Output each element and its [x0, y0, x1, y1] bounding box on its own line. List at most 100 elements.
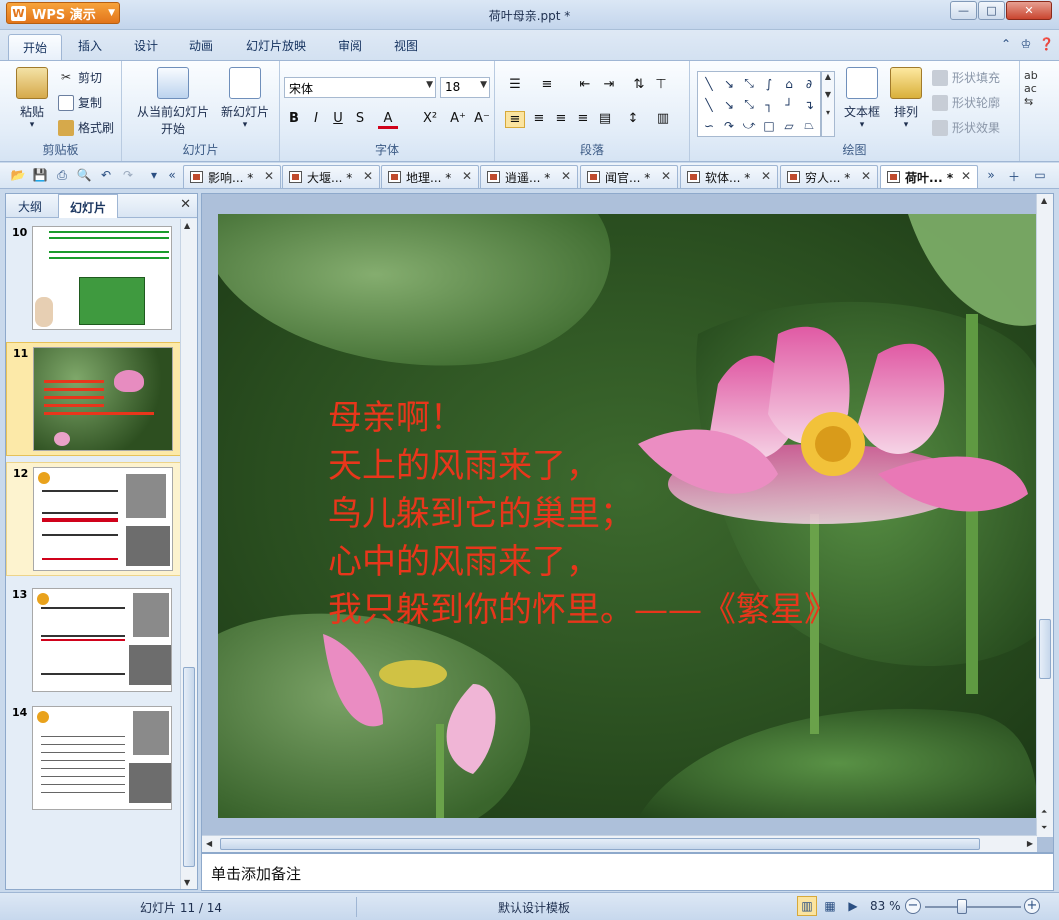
current-slide[interactable]: 母亲啊！ 天上的风雨来了， 鸟儿躲到它的巢里； 心中的风雨来了， 我只躲到你的怀…: [218, 214, 1038, 818]
bullets-icon[interactable]: ☰: [505, 77, 525, 92]
slide-sorter-view-icon[interactable]: ▦: [820, 896, 840, 916]
doc-tab[interactable]: 大堰... * ✕: [282, 165, 380, 188]
close-tab-icon[interactable]: ✕: [861, 169, 871, 183]
poem-textbox[interactable]: 母亲啊！ 天上的风雨来了， 鸟儿躲到它的巢里； 心中的风雨来了， 我只躲到你的怀…: [328, 394, 838, 634]
double-arrow-shape-icon[interactable]: ⤡: [739, 73, 759, 94]
align-text-icon[interactable]: ⊤: [651, 77, 671, 92]
italic-button[interactable]: I: [306, 111, 326, 126]
print-icon[interactable]: ⎙: [54, 168, 70, 184]
scroll-down-icon[interactable]: ▼: [184, 878, 190, 887]
line-shape-icon[interactable]: ╲: [699, 94, 719, 115]
zoom-slider-track[interactable]: [925, 906, 1021, 908]
undo-icon[interactable]: ↶: [98, 168, 114, 184]
grow-font-button[interactable]: A⁺: [448, 111, 468, 126]
scribble-shape-icon[interactable]: ∂: [799, 73, 819, 94]
shapes-gallery-scroll[interactable]: ▲ ▼ ▾: [821, 71, 835, 137]
close-window-button[interactable]: ✕: [1006, 1, 1052, 20]
doc-tab[interactable]: 地理... * ✕: [381, 165, 479, 188]
shape-effect-button[interactable]: 形状效果: [932, 119, 1000, 136]
slide-thumbnail-11-selected[interactable]: 11: [6, 342, 181, 456]
more-ribbon-icon[interactable]: ab ac ⇆: [1024, 69, 1038, 108]
cut-button[interactable]: ✂ 剪切: [58, 69, 102, 86]
collapse-ribbon-icon[interactable]: ⌃: [999, 37, 1013, 51]
slides-pane-scroll-thumb[interactable]: [183, 667, 195, 867]
maximize-button[interactable]: □: [978, 1, 1005, 20]
shrink-font-button[interactable]: A⁻: [472, 111, 492, 126]
superscript-button[interactable]: X²: [420, 111, 440, 126]
zoom-out-icon[interactable]: −: [905, 898, 921, 914]
play-from-current-button[interactable]: 从当前幻灯片 开始: [128, 67, 218, 137]
slide-horizontal-scrollbar[interactable]: ◀ ▶: [202, 835, 1037, 852]
doc-tab[interactable]: 软体... * ✕: [680, 165, 778, 188]
columns-button[interactable]: ▥: [653, 111, 673, 126]
scroll-right-icon[interactable]: ▶: [1027, 839, 1033, 848]
normal-view-icon[interactable]: ▥: [797, 896, 817, 916]
tab-animation[interactable]: 动画: [189, 37, 213, 54]
shape-fill-button[interactable]: 形状填充: [932, 69, 1000, 86]
curved-arrow-icon[interactable]: ↷: [719, 115, 739, 136]
slide-vertical-scrollbar[interactable]: ▲ ⏶ ⏷: [1036, 194, 1053, 837]
paste-button[interactable]: 粘贴 ▾: [10, 67, 54, 130]
doc-tab[interactable]: 逍遥... * ✕: [480, 165, 578, 188]
curve-shape-icon[interactable]: ∫: [759, 73, 779, 94]
parallelogram-shape-icon[interactable]: ▱: [779, 115, 799, 136]
tab-design[interactable]: 设计: [134, 37, 158, 54]
align-center-button[interactable]: ≡: [529, 111, 549, 126]
slide-thumbnail-10[interactable]: 10: [6, 222, 181, 334]
doc-tab[interactable]: 闻官... * ✕: [580, 165, 678, 188]
close-tab-icon[interactable]: ✕: [462, 169, 472, 183]
tabs-left-arrow-icon[interactable]: «: [164, 168, 180, 184]
vertical-scroll-thumb[interactable]: [1039, 619, 1051, 679]
redo-icon[interactable]: ↷: [120, 168, 136, 184]
prev-slide-icon[interactable]: ⏶: [1041, 807, 1047, 817]
scroll-up-icon[interactable]: ▲: [184, 221, 190, 230]
close-tab-icon[interactable]: ✕: [264, 169, 274, 183]
tab-list-icon[interactable]: ▭: [1032, 168, 1048, 184]
skin-icon[interactable]: ♔: [1019, 37, 1033, 51]
close-pane-icon[interactable]: ✕: [180, 197, 191, 212]
next-slide-icon[interactable]: ⏷: [1041, 823, 1047, 833]
slideshow-view-icon[interactable]: ▶: [843, 896, 863, 916]
text-direction-icon[interactable]: ⇅: [629, 77, 649, 92]
freeform-shape-icon[interactable]: ⌂: [779, 73, 799, 94]
textbox-button[interactable]: 文本框 ▾: [840, 67, 884, 130]
save-icon[interactable]: 💾: [32, 168, 48, 184]
line-shape-icon[interactable]: ╲: [699, 73, 719, 94]
elbow-arrow-icon[interactable]: ┘: [779, 94, 799, 115]
close-tab-icon[interactable]: ✕: [961, 169, 971, 183]
distribute-button[interactable]: ▤: [595, 111, 615, 126]
open-icon[interactable]: 📂: [10, 168, 26, 184]
rectangle-shape-icon[interactable]: □: [759, 115, 779, 136]
font-size-select[interactable]: 18 ▼: [440, 77, 490, 98]
strikethrough-button[interactable]: S: [350, 111, 370, 126]
close-tab-icon[interactable]: ✕: [661, 169, 671, 183]
arrow-shape-icon[interactable]: ↘: [719, 73, 739, 94]
new-slide-button[interactable]: 新幻灯片 ▾: [218, 67, 272, 130]
close-tab-icon[interactable]: ✕: [761, 169, 771, 183]
scroll-left-icon[interactable]: ◀: [206, 839, 212, 848]
tab-home[interactable]: 开始: [8, 34, 62, 60]
help-icon[interactable]: ❓: [1039, 37, 1054, 51]
increase-indent-icon[interactable]: ⇥: [599, 77, 619, 92]
doc-tab-active[interactable]: 荷叶... * ✕: [880, 165, 978, 188]
customize-qat-icon[interactable]: ▾: [146, 168, 162, 184]
tab-slideshow[interactable]: 幻灯片放映: [246, 37, 306, 54]
scroll-up-icon[interactable]: ▲: [1041, 196, 1047, 205]
align-right-button[interactable]: ≡: [551, 111, 571, 126]
arrange-button[interactable]: 排列 ▾: [886, 67, 926, 130]
tab-review[interactable]: 审阅: [338, 37, 362, 54]
justify-button[interactable]: ≡: [573, 111, 593, 126]
tab-outline[interactable]: 大纲: [18, 198, 42, 215]
decrease-indent-icon[interactable]: ⇤: [575, 77, 595, 92]
line-spacing-button[interactable]: ↕: [623, 111, 643, 126]
tabs-right-arrow-icon[interactable]: »: [983, 168, 999, 184]
elbow-double-arrow-icon[interactable]: ↴: [799, 94, 819, 115]
copy-button[interactable]: 复制: [58, 94, 102, 111]
curved-double-arrow-icon[interactable]: ⤻: [739, 115, 759, 136]
horizontal-scroll-thumb[interactable]: [220, 838, 980, 850]
numbering-icon[interactable]: ≡: [537, 77, 557, 92]
double-arrow-shape-icon[interactable]: ⤡: [739, 94, 759, 115]
elbow-connector-icon[interactable]: ┐: [759, 94, 779, 115]
close-tab-icon[interactable]: ✕: [363, 169, 373, 183]
print-preview-icon[interactable]: 🔍: [76, 168, 92, 184]
